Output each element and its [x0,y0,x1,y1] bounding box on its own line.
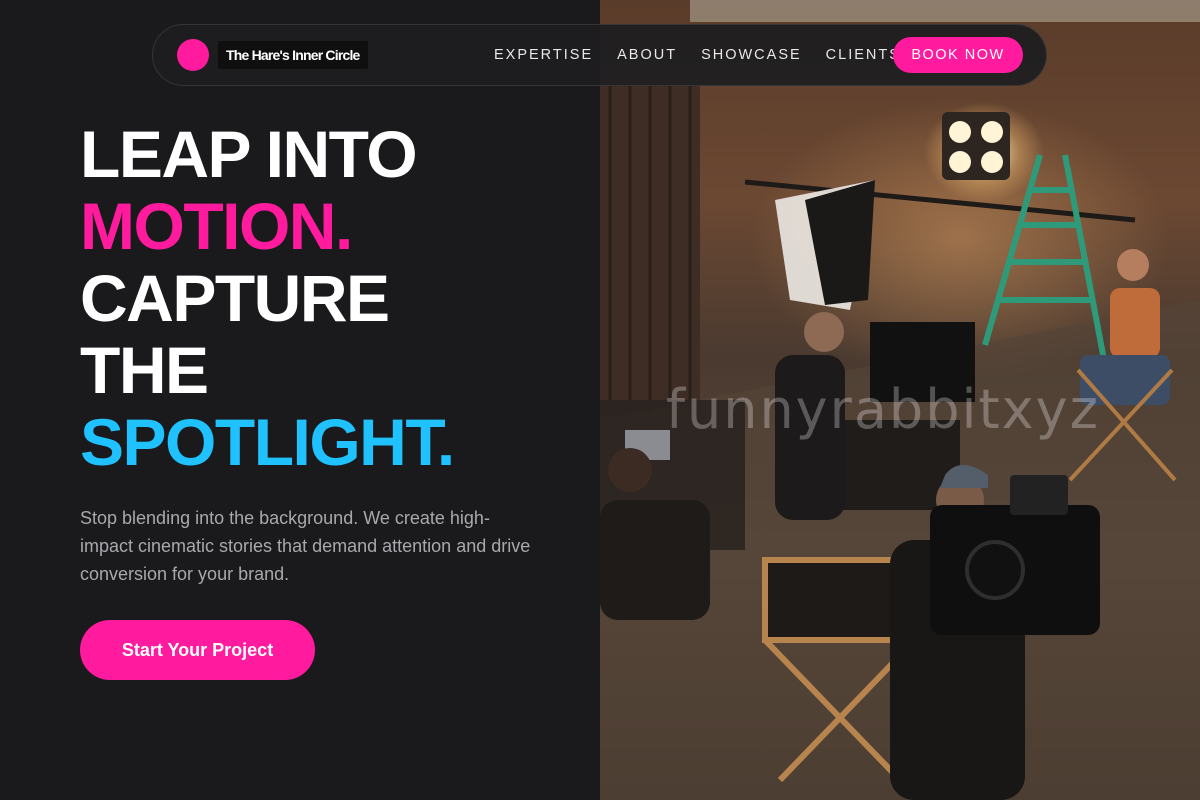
nav-link-about[interactable]: ABOUT [617,47,677,63]
headline-line-3: CAPTURE [80,261,390,335]
nav-links: EXPERTISE ABOUT SHOWCASE CLIENTS [494,25,925,85]
book-now-button[interactable]: BOOK NOW [893,37,1023,73]
start-project-button[interactable]: Start Your Project [80,620,315,680]
nav-link-clients[interactable]: CLIENTS [826,47,901,63]
headline-line-5: SPOTLIGHT. [80,405,455,479]
nav-link-showcase[interactable]: SHOWCASE [701,47,802,63]
photo-watermark: funnyrabbitxyz [666,378,1100,441]
headline-line-4: THE [80,333,209,407]
hero-headline: LEAP INTO MOTION. CAPTURE THE SPOTLIGHT. [80,117,455,479]
nav-link-expertise[interactable]: EXPERTISE [494,47,593,63]
top-navbar: The Hare's Inner Circle EXPERTISE ABOUT … [152,24,1047,86]
headline-line-1: LEAP INTO [80,117,418,191]
brand-logo-dot[interactable] [177,39,209,71]
hero-photo-film-set: funnyrabbitxyz [600,0,1200,800]
brand-name[interactable]: The Hare's Inner Circle [218,41,368,69]
hero-subtext: Stop blending into the background. We cr… [80,508,531,584]
headline-line-2: MOTION. [80,189,353,263]
